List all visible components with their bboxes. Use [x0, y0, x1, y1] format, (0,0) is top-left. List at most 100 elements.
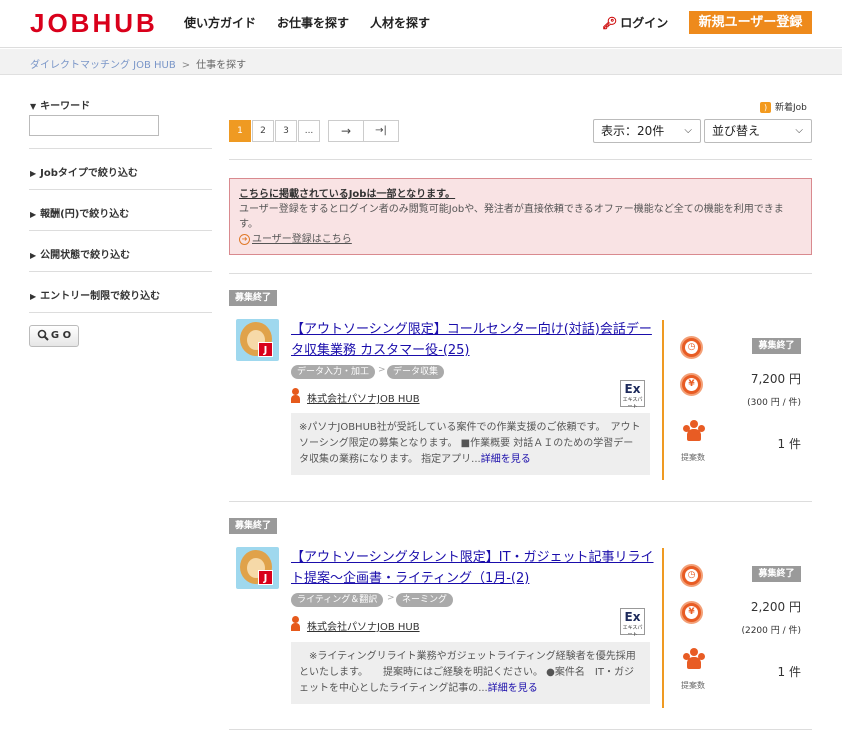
job-unit-price: (300 円 / 件): [747, 398, 801, 408]
sidebar-divider: [29, 189, 212, 190]
next-page-button[interactable]: →: [328, 120, 364, 142]
display-count-select[interactable]: 表示：20件 ⌵: [593, 119, 701, 143]
proposal-count: 1 件: [777, 665, 801, 679]
chevron-down-icon: ⌵: [684, 125, 692, 136]
yen-icon: ¥: [680, 601, 703, 624]
nav-usage-guide[interactable]: 使い方ガイド: [184, 14, 256, 31]
go-label: G O: [50, 330, 72, 341]
details-link[interactable]: 詳細を見る: [488, 683, 538, 694]
breadcrumb: ダイレクトマッチング JOB HUB > 仕事を探す: [30, 56, 246, 71]
card-divider-line: [662, 548, 664, 708]
client-avatar[interactable]: J: [236, 319, 279, 361]
job-title-link[interactable]: 【アウトソーシング限定】コールセンター向け(対話)会話データ収集業務 カスタマー…: [291, 319, 661, 361]
job-status-tag: 募集終了: [229, 290, 278, 306]
deadline-status-tag: 募集終了: [752, 566, 801, 582]
triangle-right-icon: ▶: [30, 292, 37, 301]
sort-select[interactable]: 並び替え ⌵: [704, 119, 812, 143]
rss-icon: ): [760, 102, 771, 113]
page-2-button[interactable]: 2: [252, 120, 274, 142]
job-status-tag: 募集終了: [229, 518, 278, 534]
last-page-button[interactable]: →|: [363, 120, 399, 142]
site-header: JOBHUB 使い方ガイド お仕事を探す 人材を探す 🔑︎ ログイン 新規ユーザー…: [0, 0, 842, 48]
category-tag[interactable]: ライティング＆翻訳: [291, 593, 384, 607]
job-price: 2,200 円: [750, 600, 801, 614]
login-link[interactable]: 🔑︎ ログイン: [602, 14, 668, 31]
notice-register-link[interactable]: ユーザー登録はこちら: [252, 234, 352, 245]
filter-label: 報酬(円)で絞り込む: [40, 209, 130, 220]
category-separator: >: [387, 593, 395, 603]
proposals-label: 提案数: [681, 453, 705, 462]
job-title-link[interactable]: 【アウトソーシングタレント限定】IT・ガジェット記事リライト提案～企画書・ライテ…: [291, 547, 661, 589]
filter-label: エントリー制限で絞り込む: [40, 291, 161, 302]
proposals-icon: [682, 420, 706, 442]
breadcrumb-home-link[interactable]: ダイレクトマッチング JOB HUB: [30, 60, 176, 71]
sidebar-divider: [29, 230, 212, 231]
filter-entry-limit[interactable]: ▶ エントリー制限で絞り込む: [30, 287, 160, 302]
filter-reward[interactable]: ▶ 報酬(円)で絞り込む: [30, 205, 129, 220]
breadcrumb-current: 仕事を探す: [196, 60, 247, 71]
sidebar-divider: [29, 271, 212, 272]
nav-find-jobs[interactable]: お仕事を探す: [277, 14, 349, 31]
arrow-circle-icon: ➜: [239, 233, 250, 245]
divider: [229, 729, 812, 730]
job-description: ※ライティングリライト業務やガジェットライティング経験者を優先採用といたします。…: [291, 642, 650, 704]
details-link[interactable]: 詳細を見る: [481, 454, 531, 465]
rss-link[interactable]: ) 新着Job: [760, 100, 807, 113]
sidebar-divider: [29, 312, 212, 313]
registration-notice: こちらに掲載されているJobは一部となります。 ユーザー登録をするとログイン者の…: [229, 178, 812, 255]
yen-icon: ¥: [680, 373, 703, 396]
notice-body: ユーザー登録をするとログイン者のみ閲覧可能Jobや、発注者が直接依頼できるオファ…: [239, 204, 784, 230]
rss-label: 新着Job: [775, 103, 807, 113]
register-button[interactable]: 新規ユーザー登録: [689, 11, 812, 34]
nav-find-talent[interactable]: 人材を探す: [370, 14, 430, 31]
triangle-down-icon: ▼: [30, 102, 37, 111]
person-icon: [291, 616, 300, 631]
keyword-input[interactable]: [29, 115, 159, 136]
sidebar-divider: [29, 148, 212, 149]
triangle-right-icon: ▶: [30, 210, 37, 219]
job-unit-price: (2200 円 / 件): [741, 626, 801, 636]
site-logo[interactable]: JOBHUB: [30, 8, 158, 39]
divider: [229, 273, 812, 274]
person-icon: [291, 388, 300, 403]
company-link[interactable]: 株式会社パソナJOB HUB: [307, 618, 420, 633]
notice-link-row: ➜ ユーザー登録はこちら: [239, 232, 802, 247]
expert-badge-label: Ex: [624, 382, 641, 396]
page-1-button[interactable]: 1: [229, 120, 251, 142]
key-icon: 🔑︎: [602, 16, 618, 30]
job-description: ※パソナJOBHUB社が受託している案件での作業支援のご依頼です。 アウトソーシ…: [291, 413, 650, 475]
deadline-status-tag: 募集終了: [752, 338, 801, 354]
j-badge: J: [258, 570, 273, 585]
divider: [229, 501, 812, 502]
expert-badge: Ex エキスパート: [620, 608, 645, 638]
sort-value: 並び替え: [712, 124, 761, 138]
keyword-label-text: キーワード: [40, 101, 91, 112]
page-3-button[interactable]: 3: [275, 120, 297, 142]
category-tag[interactable]: データ入力・加工: [291, 365, 376, 379]
clock-icon: ◷: [680, 336, 703, 359]
login-label: ログイン: [620, 16, 669, 30]
search-go-button[interactable]: G O: [29, 325, 79, 347]
filter-label: 公開状態で絞り込む: [40, 250, 131, 261]
category-tag[interactable]: ネーミング: [396, 593, 454, 607]
proposals-icon: [682, 648, 706, 670]
j-badge: J: [258, 342, 273, 357]
keyword-label[interactable]: ▼ キーワード: [30, 97, 90, 112]
card-divider-line: [662, 320, 664, 480]
job-description-text: ※パソナJOBHUB社が受託している案件での作業支援のご依頼です。 アウトソーシ…: [299, 422, 641, 465]
category-tag[interactable]: データ収集: [387, 365, 445, 379]
filter-status[interactable]: ▶ 公開状態で絞り込む: [30, 246, 130, 261]
job-description-text: ※ライティングリライト業務やガジェットライティング経験者を優先採用といたします。…: [299, 651, 636, 694]
breadcrumb-separator: >: [181, 60, 191, 71]
proposals-label: 提案数: [681, 681, 705, 690]
chevron-down-icon: ⌵: [795, 125, 803, 136]
company-link[interactable]: 株式会社パソナJOB HUB: [307, 390, 420, 405]
client-avatar[interactable]: J: [236, 547, 279, 589]
triangle-right-icon: ▶: [30, 251, 37, 260]
proposal-count: 1 件: [777, 437, 801, 451]
filter-job-type[interactable]: ▶ Jobタイプで絞り込む: [30, 164, 138, 179]
triangle-right-icon: ▶: [30, 169, 37, 178]
breadcrumb-bar: ダイレクトマッチング JOB HUB > 仕事を探す: [0, 49, 842, 75]
filter-label: Jobタイプで絞り込む: [40, 168, 138, 179]
divider: [229, 159, 812, 160]
